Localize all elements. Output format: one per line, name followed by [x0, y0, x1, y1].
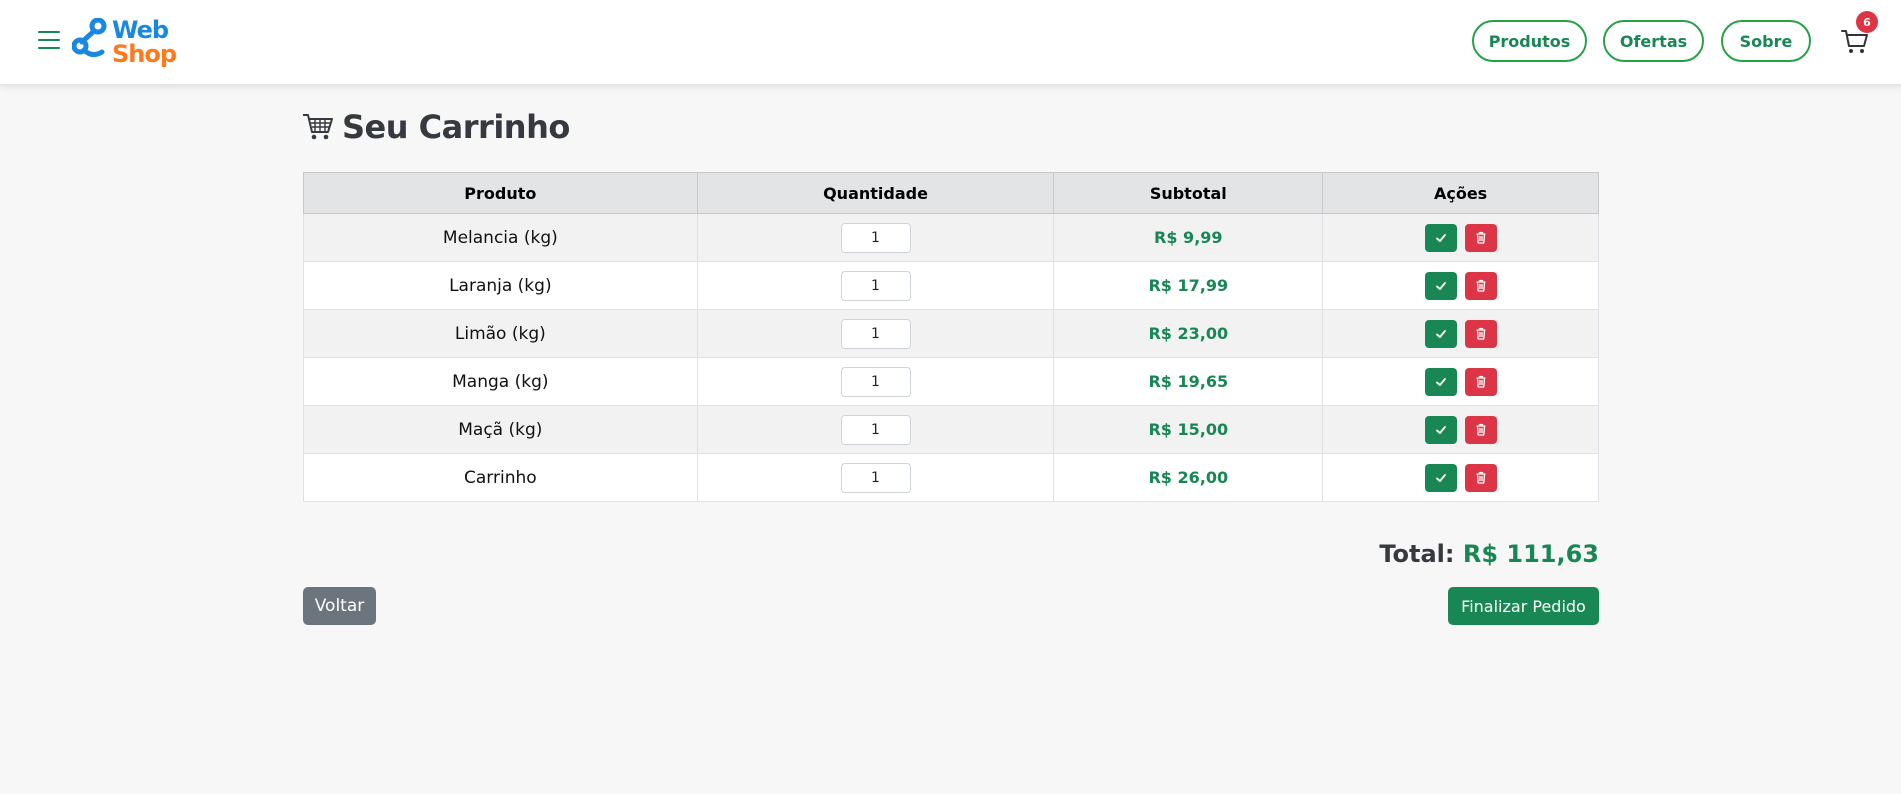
table-header-row: Produto Quantidade Subtotal Ações — [303, 172, 1599, 214]
header-acoes: Ações — [1322, 172, 1599, 214]
nav-ofertas-button[interactable]: Ofertas — [1603, 20, 1704, 62]
actions-cell — [1322, 213, 1599, 262]
trash-icon — [1476, 279, 1486, 292]
brand-word-web: Web — [112, 16, 169, 44]
product-name: Carrinho — [303, 453, 698, 502]
header-subtotal: Subtotal — [1053, 172, 1324, 214]
delete-button[interactable] — [1464, 319, 1497, 348]
quantity-input[interactable] — [840, 414, 911, 445]
navbar: Web Shop Produtos Ofertas Sobre 6 — [0, 0, 1901, 85]
actions-cell — [1322, 261, 1599, 310]
check-icon — [1435, 281, 1446, 290]
delete-button[interactable] — [1464, 463, 1497, 492]
quantity-cell — [696, 405, 1055, 454]
table-row: Melancia (kg) R$ 9,99 — [303, 213, 1599, 262]
actions-cell — [1322, 405, 1599, 454]
delete-button[interactable] — [1464, 367, 1497, 396]
delete-button[interactable] — [1464, 271, 1497, 300]
quantity-cell — [696, 261, 1055, 310]
product-name: Laranja (kg) — [303, 261, 698, 310]
nav-produtos-button[interactable]: Produtos — [1472, 20, 1587, 62]
quantity-cell — [696, 453, 1055, 502]
subtotal-value: R$ 9,99 — [1053, 213, 1324, 262]
total-value: R$ 111,63 — [1462, 540, 1599, 568]
table-row: Maçã (kg) R$ 15,00 — [303, 405, 1599, 454]
confirm-button[interactable] — [1424, 223, 1457, 252]
nav-sobre-button[interactable]: Sobre — [1721, 20, 1811, 62]
confirm-button[interactable] — [1424, 319, 1457, 348]
confirm-button[interactable] — [1424, 463, 1457, 492]
table-row: Limão (kg) R$ 23,00 — [303, 309, 1599, 358]
confirm-button[interactable] — [1424, 415, 1457, 444]
page-header: Seu Carrinho — [302, 108, 570, 146]
subtotal-value: R$ 15,00 — [1053, 405, 1324, 454]
cart-table: Produto Quantidade Subtotal Ações Melanc… — [303, 172, 1599, 502]
check-icon — [1435, 329, 1446, 338]
trash-icon — [1476, 423, 1486, 436]
logo-link-icon — [72, 18, 107, 58]
order-total: Total: R$ 111,63 — [1379, 540, 1599, 568]
confirm-button[interactable] — [1424, 271, 1457, 300]
product-name: Manga (kg) — [303, 357, 698, 406]
quantity-input[interactable] — [840, 270, 911, 301]
actions-cell — [1322, 357, 1599, 406]
confirm-button[interactable] — [1424, 367, 1457, 396]
quantity-input[interactable] — [840, 222, 911, 253]
shopping-cart-icon — [303, 114, 333, 140]
check-icon — [1435, 377, 1446, 386]
quantity-cell — [696, 213, 1055, 262]
subtotal-value: R$ 26,00 — [1053, 453, 1324, 502]
product-name: Maçã (kg) — [303, 405, 698, 454]
trash-icon — [1476, 327, 1486, 340]
actions-cell — [1322, 453, 1599, 502]
check-icon — [1435, 473, 1446, 482]
header-quantidade: Quantidade — [696, 172, 1055, 214]
quantity-input[interactable] — [840, 462, 911, 493]
subtotal-value: R$ 19,65 — [1053, 357, 1324, 406]
delete-button[interactable] — [1464, 415, 1497, 444]
back-button[interactable]: Voltar — [303, 587, 376, 625]
quantity-input[interactable] — [840, 366, 911, 397]
subtotal-value: R$ 17,99 — [1053, 261, 1324, 310]
finish-order-button[interactable]: Finalizar Pedido — [1448, 587, 1599, 625]
brand-word-shop: Shop — [112, 40, 177, 68]
check-icon — [1435, 425, 1446, 434]
table-row: Laranja (kg) R$ 17,99 — [303, 261, 1599, 310]
product-name: Limão (kg) — [303, 309, 698, 358]
quantity-cell — [696, 357, 1055, 406]
subtotal-value: R$ 23,00 — [1053, 309, 1324, 358]
header-produto: Produto — [303, 172, 698, 214]
table-row: Manga (kg) R$ 19,65 — [303, 357, 1599, 406]
total-label: Total: — [1379, 540, 1455, 568]
trash-icon — [1476, 375, 1486, 388]
check-icon — [1435, 233, 1446, 242]
page-title: Seu Carrinho — [342, 108, 570, 146]
delete-button[interactable] — [1464, 223, 1497, 252]
cart-count-badge: 6 — [1856, 11, 1878, 33]
trash-icon — [1476, 231, 1486, 244]
trash-icon — [1476, 471, 1486, 484]
actions-cell — [1322, 309, 1599, 358]
quantity-input[interactable] — [840, 318, 911, 349]
menu-icon[interactable] — [38, 31, 60, 49]
product-name: Melancia (kg) — [303, 213, 698, 262]
brand-logo[interactable]: Web Shop — [72, 16, 177, 70]
quantity-cell — [696, 309, 1055, 358]
table-row: Carrinho R$ 26,00 — [303, 453, 1599, 502]
